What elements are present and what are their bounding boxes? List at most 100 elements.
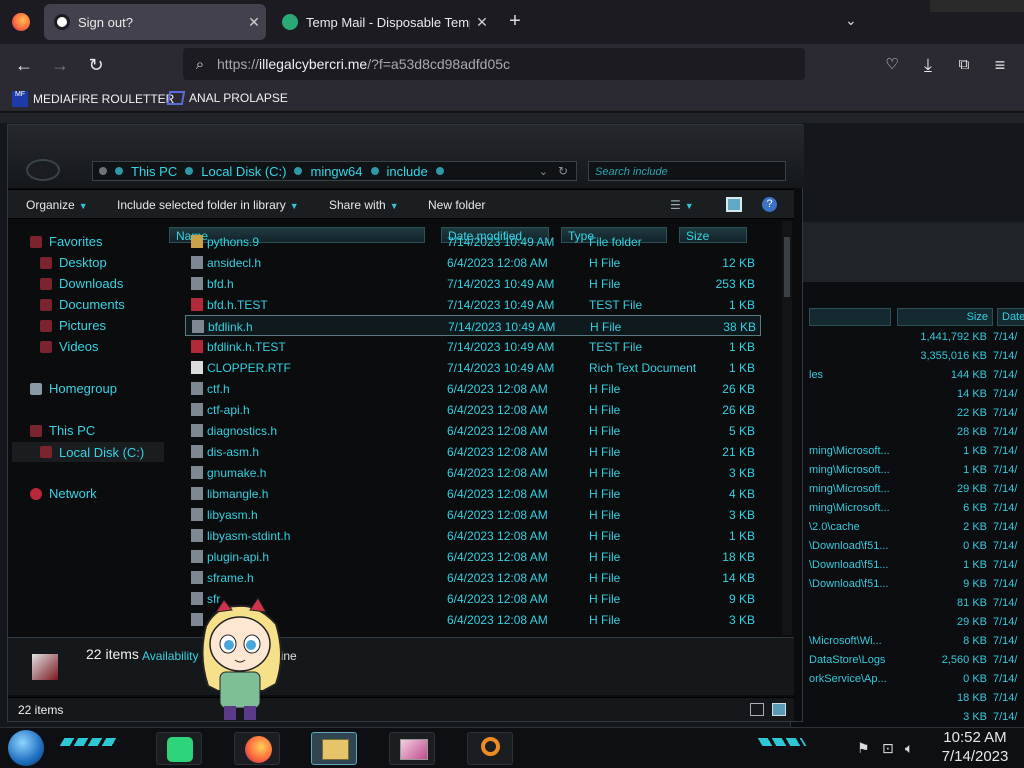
file-row[interactable]: sframe.h 6/4/2023 12:08 AM H File 14 KB: [185, 567, 761, 588]
close-tab-icon[interactable]: ✕: [470, 14, 494, 31]
background-column-date[interactable]: Date: [997, 308, 1024, 326]
breadcrumb-mingw64[interactable]: mingw64: [310, 164, 362, 179]
details-view-icon[interactable]: [750, 703, 764, 716]
file-row[interactable]: gnumake.h 6/4/2023 12:08 AM H File 3 KB: [185, 462, 761, 483]
background-file-row[interactable]: 18 KB 7/14/: [791, 689, 1024, 708]
file-row[interactable]: bfd.h 7/14/2023 10:49 AM H File 253 KB: [185, 273, 761, 294]
breadcrumb-include[interactable]: include: [387, 164, 428, 179]
background-file-row[interactable]: 1,441,792 KB 7/14/: [791, 328, 1024, 347]
background-file-row[interactable]: ming\Microsoft... 1 KB 7/14/: [791, 442, 1024, 461]
bookmark-2[interactable]: ANAL PROLAPSE: [166, 91, 288, 105]
tab-sign-out[interactable]: Sign out? ✕: [44, 4, 266, 40]
file-row[interactable]: pythons.9 7/14/2023 10:49 AM File folder: [185, 231, 761, 252]
background-column-name[interactable]: [809, 308, 891, 326]
nav-network[interactable]: Network: [30, 486, 97, 501]
file-row[interactable]: libyasm-stdint.h 6/4/2023 12:08 AM H File 1…: [185, 525, 761, 546]
nav-desktop[interactable]: Desktop: [40, 255, 107, 270]
firefox-icon[interactable]: [12, 13, 30, 31]
file-row[interactable]: ctf.h 6/4/2023 12:08 AM H File 26 KB: [185, 378, 761, 399]
refresh-icon[interactable]: ↻: [558, 164, 568, 178]
search-input[interactable]: Search include: [588, 161, 786, 181]
downloads-icon[interactable]: ⤓: [916, 53, 940, 77]
view-options-icon[interactable]: ☰ ▼: [670, 198, 694, 212]
file-row[interactable]: bfdlink.h 7/14/2023 10:49 AM H File 38 KB: [185, 315, 761, 336]
nav-videos[interactable]: Videos: [40, 339, 99, 354]
help-icon[interactable]: ?: [762, 197, 777, 212]
file-row[interactable]: dis-asm.h 6/4/2023 12:08 AM H File 21 KB: [185, 441, 761, 462]
background-file-row[interactable]: 3,355,016 KB 7/14/: [791, 347, 1024, 366]
background-explorer-window[interactable]: Size Date 1,441,792 KB 7/14/3,355,016 KB 7…: [790, 222, 1024, 727]
nav-homegroup[interactable]: Homegroup: [30, 381, 117, 396]
back-orb-icon[interactable]: [26, 159, 60, 181]
file-row[interactable]: bfdlink.h.TEST 7/14/2023 10:49 AM TEST Fil…: [185, 336, 761, 357]
url-bar[interactable]: ⌕ https://illegalcybercri.me/?f=a53d8cd9…: [183, 48, 805, 80]
file-row[interactable]: libyasm.h 6/4/2023 12:08 AM H File 3 KB: [185, 504, 761, 525]
volume-icon[interactable]: 🔈︎: [905, 740, 913, 757]
file-row[interactable]: ansidecl.h 6/4/2023 12:08 AM H File 12 KB: [185, 252, 761, 273]
scrollbar-thumb[interactable]: [784, 237, 790, 297]
firefox-taskbar-icon[interactable]: [234, 732, 280, 765]
background-file-row[interactable]: 14 KB 7/14/: [791, 385, 1024, 404]
address-dropdown-icon[interactable]: ⌄: [539, 165, 548, 178]
background-file-row[interactable]: \Microsoft\Wi... 8 KB 7/14/: [791, 632, 1024, 651]
share-with-button[interactable]: Share with ▼: [329, 198, 399, 212]
background-file-row[interactable]: \Download\f51... 0 KB 7/14/: [791, 537, 1024, 556]
background-file-row[interactable]: les 144 KB 7/14/: [791, 366, 1024, 385]
nav-local-disk[interactable]: Local Disk (C:): [12, 442, 164, 462]
background-file-row[interactable]: DataStore\Logs 2,560 KB 7/14/: [791, 651, 1024, 670]
large-icons-view-icon[interactable]: [772, 703, 786, 716]
url-text[interactable]: https://illegalcybercri.me/?f=a53d8cd98a…: [217, 56, 510, 72]
bookmark-mediafire[interactable]: MF MEDIAFIRE ROULETTER: [12, 91, 174, 107]
new-folder-button[interactable]: New folder: [428, 198, 485, 212]
background-file-row[interactable]: \2.0\cache 2 KB 7/14/: [791, 518, 1024, 537]
file-row[interactable]: diagnostics.h 6/4/2023 12:08 AM H File 5 KB: [185, 420, 761, 441]
nav-pictures[interactable]: Pictures: [40, 318, 106, 333]
network-tray-icon[interactable]: ⊡: [882, 740, 894, 757]
file-row[interactable]: bfd.h.TEST 7/14/2023 10:49 AM TEST File 1 K…: [185, 294, 761, 315]
flag-icon[interactable]: ⚑: [857, 740, 870, 757]
background-file-row[interactable]: 22 KB 7/14/: [791, 404, 1024, 423]
close-tab-icon[interactable]: ✕: [242, 14, 266, 31]
background-file-row[interactable]: ming\Microsoft... 29 KB 7/14/: [791, 480, 1024, 499]
pocket-icon[interactable]: ♡: [880, 53, 904, 77]
back-arrow-icon[interactable]: ←: [12, 53, 36, 77]
background-file-row[interactable]: \Download\f51... 9 KB 7/14/: [791, 575, 1024, 594]
background-file-row[interactable]: 3 KB 7/14/: [791, 708, 1024, 727]
vertical-scrollbar[interactable]: [782, 221, 792, 635]
file-row[interactable]: plugin-api.h 6/4/2023 12:08 AM H File 18 KB: [185, 546, 761, 567]
system-clock[interactable]: 10:52 AM 7/14/2023: [930, 728, 1020, 766]
nav-documents[interactable]: Documents: [40, 297, 125, 312]
new-tab-button[interactable]: +: [505, 10, 525, 33]
media-player-taskbar-icon[interactable]: [389, 732, 435, 765]
nav-downloads[interactable]: Downloads: [40, 276, 123, 291]
file-explorer-taskbar-icon[interactable]: [311, 732, 357, 765]
background-file-row[interactable]: 28 KB 7/14/: [791, 423, 1024, 442]
file-row[interactable]: CLOPPER.RTF 7/14/2023 10:49 AM Rich Text D…: [185, 357, 761, 378]
nav-this-pc[interactable]: This PC: [30, 423, 95, 438]
breadcrumb-this-pc[interactable]: This PC: [131, 164, 177, 179]
background-file-row[interactable]: \Download\f51... 1 KB 7/14/: [791, 556, 1024, 575]
background-file-row[interactable]: ming\Microsoft... 6 KB 7/14/: [791, 499, 1024, 518]
tab-temp-mail[interactable]: Temp Mail - Disposable Tempo ✕: [272, 4, 494, 40]
search-taskbar-icon[interactable]: [467, 732, 513, 765]
address-bar[interactable]: This PC Local Disk (C:) mingw64 include …: [92, 161, 577, 181]
organize-button[interactable]: Organize ▼: [26, 198, 88, 212]
start-orb-icon[interactable]: [8, 730, 44, 766]
background-file-row[interactable]: 81 KB 7/14/: [791, 594, 1024, 613]
forward-arrow-icon[interactable]: →: [48, 53, 72, 77]
background-file-row[interactable]: 29 KB 7/14/: [791, 613, 1024, 632]
extensions-icon[interactable]: ⧉: [952, 53, 976, 77]
background-file-row[interactable]: ming\Microsoft... 1 KB 7/14/: [791, 461, 1024, 480]
background-column-size[interactable]: Size: [897, 308, 993, 326]
reload-icon[interactable]: ↻: [84, 53, 108, 77]
nav-favorites[interactable]: Favorites: [30, 234, 102, 249]
explorer-back-forward[interactable]: [26, 157, 86, 185]
notes-app-icon[interactable]: [156, 732, 202, 765]
breadcrumb-local-disk[interactable]: Local Disk (C:): [201, 164, 286, 179]
include-in-library-button[interactable]: Include selected folder in library ▼: [117, 198, 299, 212]
list-all-tabs-chevron-icon[interactable]: ⌄: [845, 12, 857, 29]
preview-pane-icon[interactable]: [726, 197, 742, 212]
file-row[interactable]: libmangle.h 6/4/2023 12:08 AM H File 4 KB: [185, 483, 761, 504]
file-row[interactable]: ctf-api.h 6/4/2023 12:08 AM H File 26 KB: [185, 399, 761, 420]
background-file-row[interactable]: orkService\Ap... 0 KB 7/14/: [791, 670, 1024, 689]
